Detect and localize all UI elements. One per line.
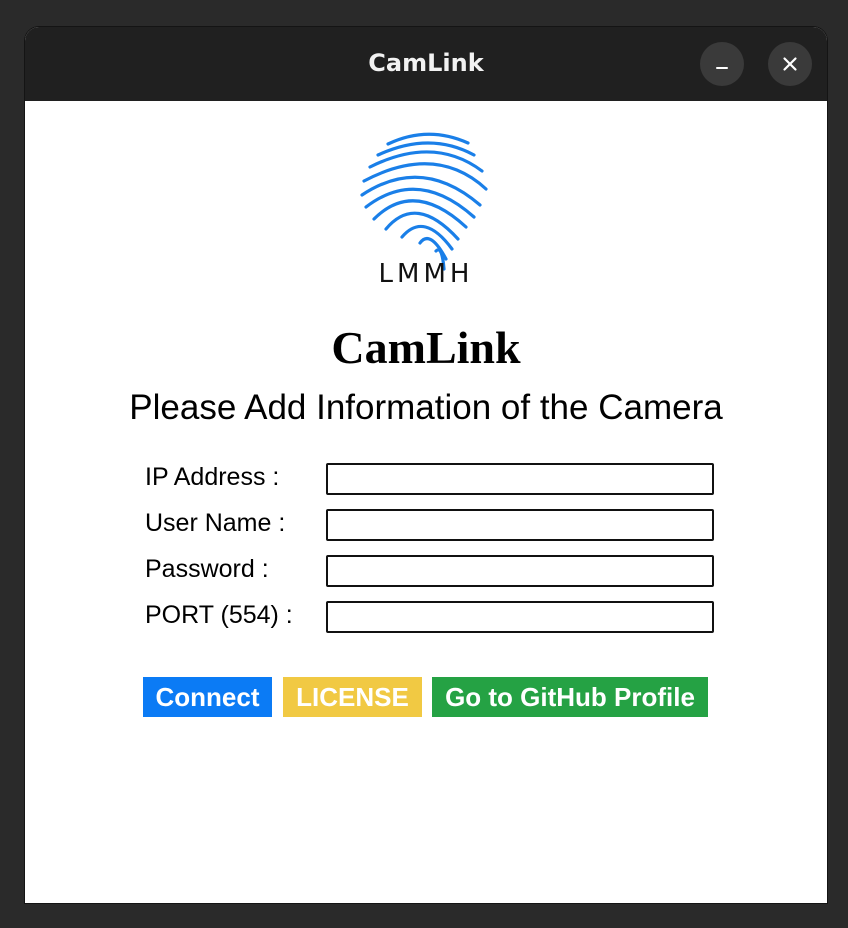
username-input[interactable] bbox=[326, 509, 714, 541]
close-button[interactable] bbox=[768, 42, 812, 86]
company-logo: LMMH bbox=[360, 132, 488, 287]
fingerprint-icon bbox=[360, 132, 488, 271]
title-bar[interactable]: CamLink bbox=[25, 27, 827, 101]
connect-button[interactable]: Connect bbox=[143, 677, 272, 717]
minimize-icon bbox=[716, 67, 728, 69]
app-window: CamLink LMMH CamLink Please Add Informat… bbox=[25, 27, 827, 903]
logo-text: LMMH bbox=[379, 259, 474, 287]
minimize-button[interactable] bbox=[700, 42, 744, 86]
port-label: PORT (554) : bbox=[145, 601, 293, 629]
app-heading: CamLink bbox=[331, 322, 521, 373]
close-icon bbox=[783, 57, 797, 71]
password-label: Password : bbox=[145, 555, 269, 583]
license-button[interactable]: LICENSE bbox=[283, 677, 422, 717]
username-label: User Name : bbox=[145, 509, 286, 537]
ip-address-input[interactable] bbox=[326, 463, 714, 495]
password-input[interactable] bbox=[326, 555, 714, 587]
github-profile-button[interactable]: Go to GitHub Profile bbox=[432, 677, 708, 717]
port-input[interactable] bbox=[326, 601, 714, 633]
form-instructions: Please Add Information of the Camera bbox=[129, 388, 723, 427]
ip-address-label: IP Address : bbox=[145, 463, 280, 491]
main-content: LMMH CamLink Please Add Information of t… bbox=[25, 101, 827, 903]
